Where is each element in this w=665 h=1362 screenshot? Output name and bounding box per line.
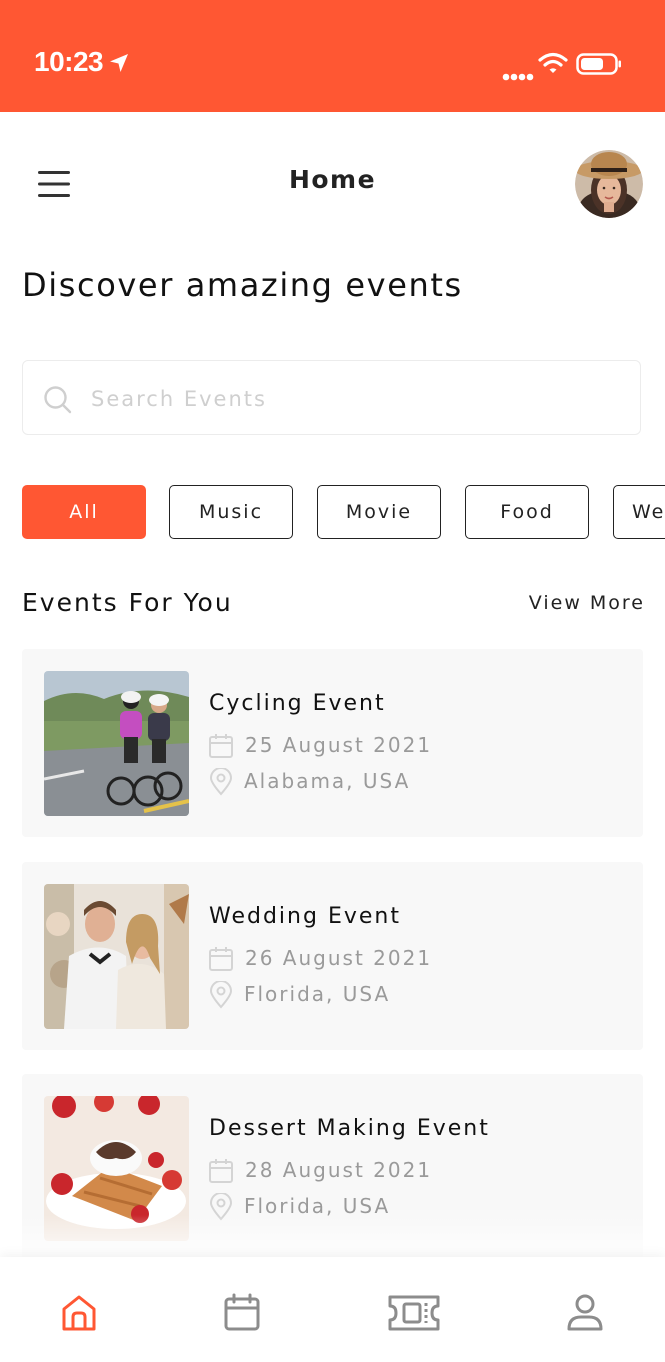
view-more-link[interactable]: View More: [529, 592, 645, 614]
event-title: Dessert Making Event: [209, 1116, 490, 1141]
category-chip-all[interactable]: All: [22, 485, 146, 539]
search-icon: [43, 385, 73, 419]
event-image-wedding: [44, 884, 189, 1029]
wifi-icon: [538, 52, 568, 78]
calendar-icon: [208, 1158, 234, 1188]
calendar-icon: [208, 733, 234, 763]
status-time: 10:23: [34, 46, 104, 77]
location-pin-icon: [208, 980, 234, 1013]
page-header-title: Home: [288, 165, 377, 194]
bottom-nav: [0, 1257, 665, 1362]
category-chip-music[interactable]: Music: [169, 485, 293, 539]
page-title: Discover amazing events: [22, 266, 463, 304]
event-date: 26 August 2021: [245, 946, 433, 970]
category-chip-food[interactable]: Food: [465, 485, 589, 539]
event-date: 25 August 2021: [245, 733, 433, 757]
status-bar: 10:23: [0, 0, 665, 112]
event-location: Florida, USA: [244, 982, 391, 1006]
nav-ticket-icon[interactable]: [386, 1291, 442, 1335]
event-card-wedding[interactable]: Wedding Event 26 August 2021 Florida, US…: [22, 862, 643, 1050]
avatar[interactable]: [575, 150, 643, 218]
category-chips: All Music Movie Food We: [0, 485, 665, 539]
nav-profile-icon[interactable]: [563, 1291, 607, 1335]
battery-icon: [576, 53, 622, 79]
category-chip-partial[interactable]: We: [613, 485, 665, 539]
location-pin-icon: [208, 767, 234, 800]
scroll-fade: [0, 1215, 665, 1260]
search-input[interactable]: [89, 379, 613, 419]
location-arrow-icon: [108, 52, 130, 78]
category-chip-movie[interactable]: Movie: [317, 485, 441, 539]
event-title: Cycling Event: [209, 691, 386, 716]
nav-home-icon[interactable]: [57, 1291, 101, 1335]
event-image-cycling: [44, 671, 189, 816]
search-box[interactable]: [22, 360, 641, 435]
event-title: Wedding Event: [209, 904, 401, 929]
event-card-cycling[interactable]: Cycling Event 25 August 2021 Alabama, US…: [22, 649, 643, 837]
signal-dots-icon: [502, 66, 534, 85]
calendar-icon: [208, 946, 234, 976]
section-title-events: Events For You: [22, 588, 233, 617]
nav-calendar-icon[interactable]: [220, 1291, 264, 1335]
event-location: Alabama, USA: [244, 769, 411, 793]
event-date: 28 August 2021: [245, 1158, 433, 1182]
